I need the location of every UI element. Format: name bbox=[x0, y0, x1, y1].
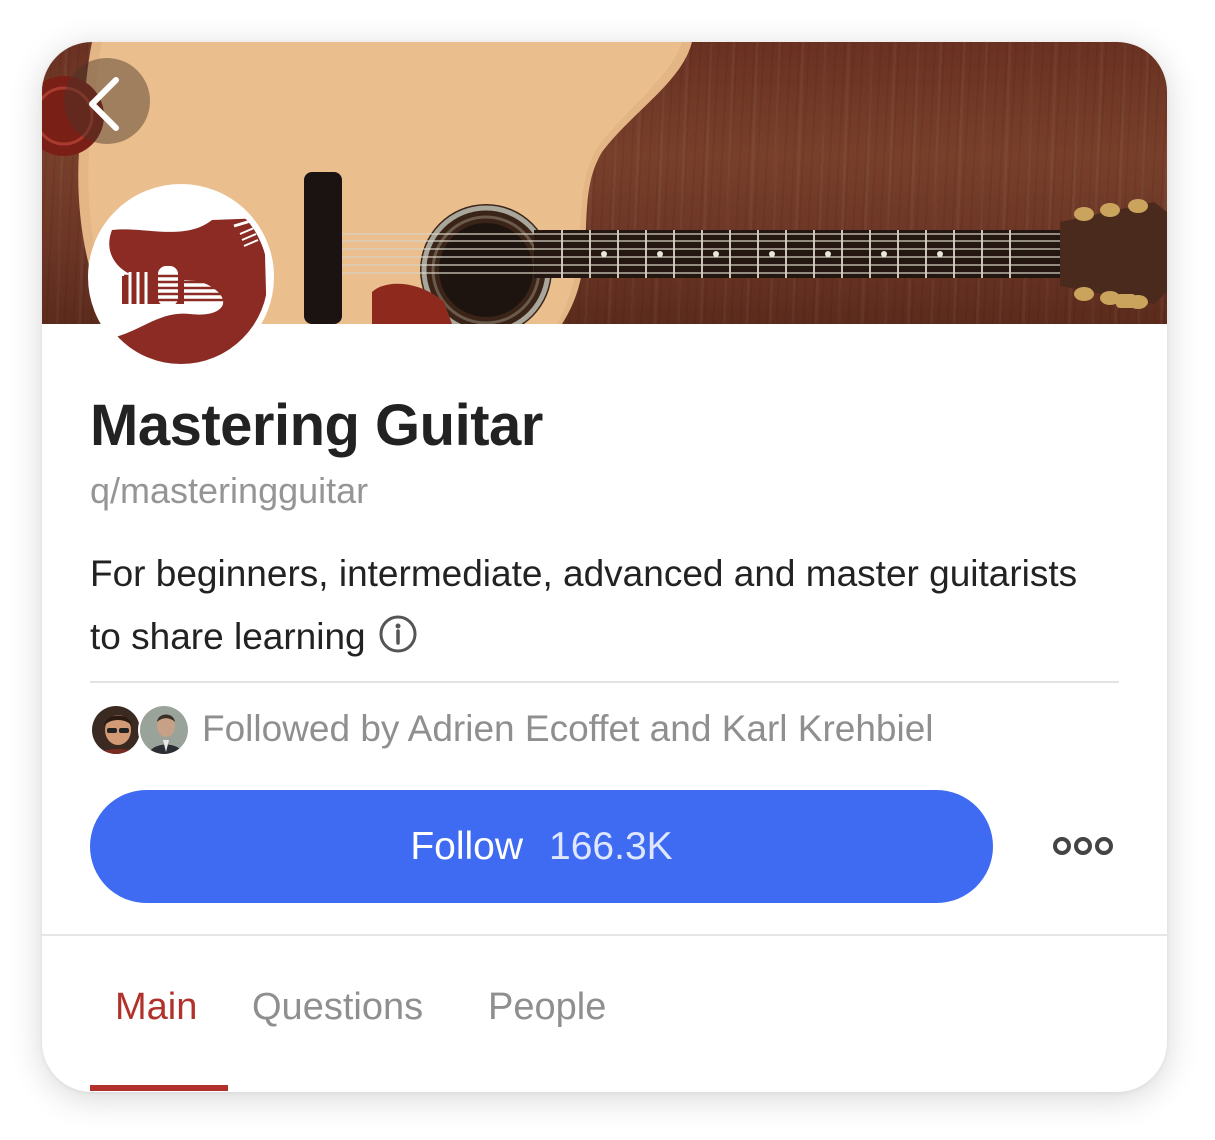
guitar-logo-icon bbox=[94, 190, 268, 364]
tab-people[interactable]: People bbox=[488, 986, 606, 1029]
info-icon[interactable] bbox=[378, 610, 418, 653]
community-card: Mastering Guitar q/masteringguitar For b… bbox=[42, 42, 1167, 1092]
community-logo bbox=[88, 184, 274, 370]
more-options-button[interactable] bbox=[1046, 826, 1120, 866]
community-handle: q/masteringguitar bbox=[90, 470, 369, 511]
divider bbox=[90, 681, 1119, 683]
follow-label: Follow bbox=[410, 824, 524, 868]
follower-avatar bbox=[138, 704, 190, 756]
chevron-left-icon bbox=[89, 77, 119, 131]
tab-main[interactable]: Main bbox=[115, 986, 197, 1029]
follower-count: 166.3K bbox=[549, 824, 673, 868]
follow-button[interactable]: Follow 166.3K bbox=[90, 790, 993, 903]
followed-by-text: Followed by Adrien Ecoffet and Karl Kreh… bbox=[202, 708, 934, 749]
more-icon bbox=[1053, 837, 1113, 855]
description-text: For beginners, intermediate, advanced an… bbox=[90, 553, 1078, 657]
tabs-divider bbox=[42, 934, 1167, 936]
tab-questions[interactable]: Questions bbox=[252, 986, 423, 1029]
community-description: For beginners, intermediate, advanced an… bbox=[90, 542, 1090, 668]
active-tab-indicator bbox=[90, 1085, 228, 1091]
follower-avatar bbox=[90, 704, 142, 756]
community-title: Mastering Guitar bbox=[90, 393, 543, 458]
back-button[interactable] bbox=[64, 58, 150, 144]
